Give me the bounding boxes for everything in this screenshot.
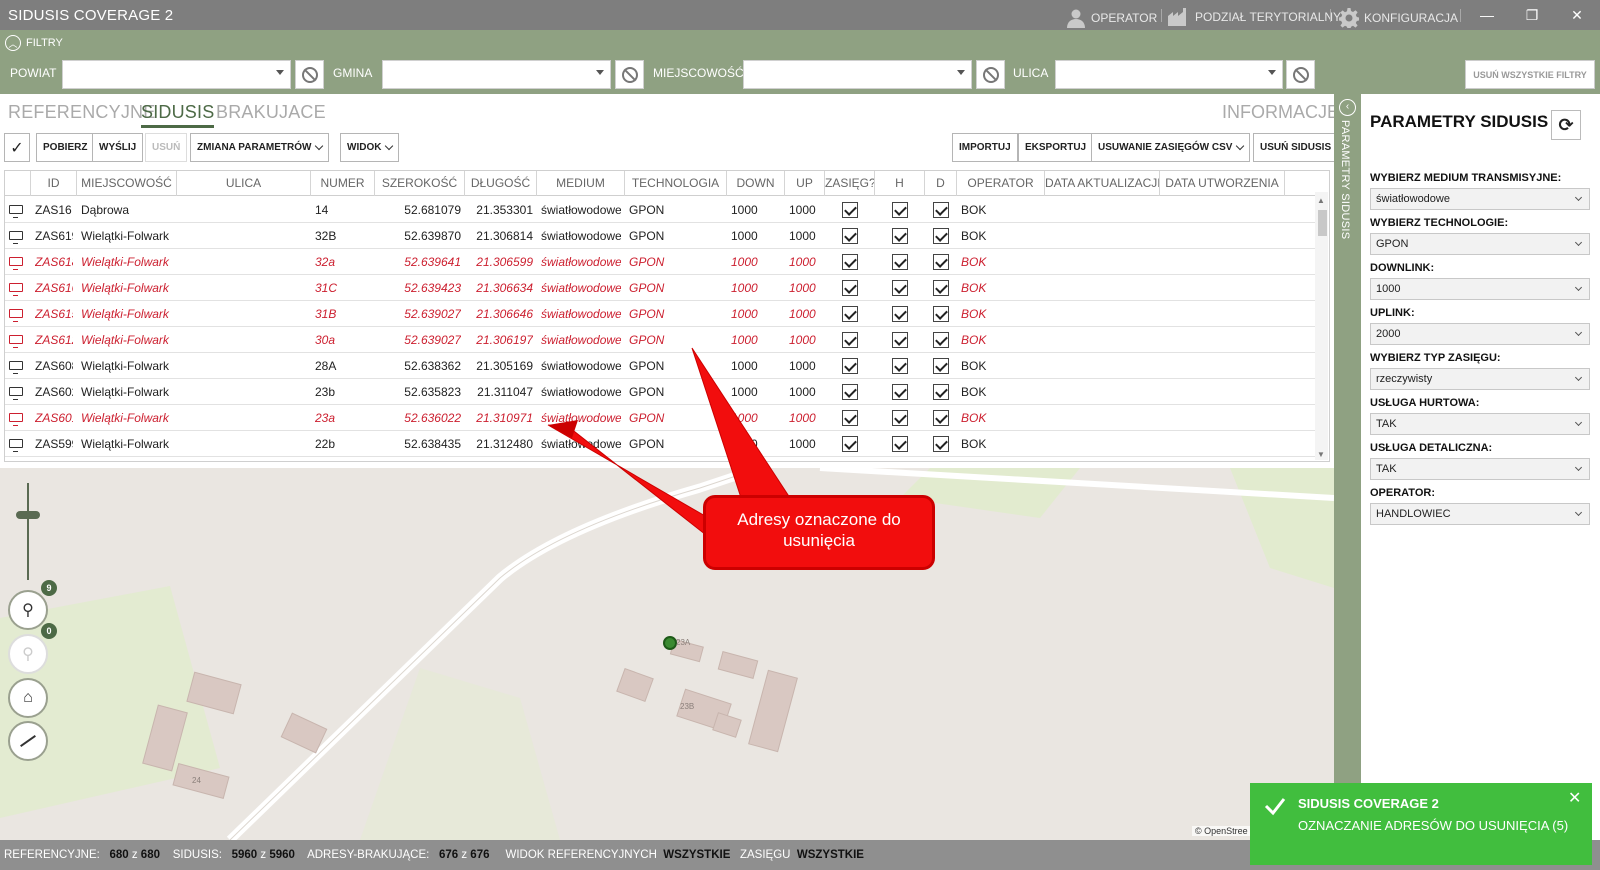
status-zasiegu-value: WSZYSTKIE: [796, 849, 864, 861]
status-sid-total: 5960: [269, 849, 295, 861]
refresh-button[interactable]: ⟳: [1551, 110, 1581, 140]
status-sid-count: 5960: [231, 849, 258, 861]
param-label: DOWNLINK:: [1370, 262, 1435, 274]
param-label: OPERATOR:: [1370, 487, 1435, 499]
chevron-down-icon: [1574, 418, 1583, 427]
param-value: rzeczywisty: [1376, 373, 1433, 385]
param-value: 1000: [1376, 283, 1401, 295]
param-value: HANDLOWIEC: [1376, 508, 1451, 520]
param-select[interactable]: TAK: [1370, 413, 1590, 435]
toast-message: OZNACZANIE ADRESÓW DO USUNIĘCIA (5): [1298, 818, 1569, 833]
chevron-down-icon: [1574, 193, 1583, 202]
chevron-down-icon: [1574, 463, 1583, 472]
param-select[interactable]: 2000: [1370, 323, 1590, 345]
chevron-down-icon: [1574, 328, 1583, 337]
param-label: UPLINK:: [1370, 307, 1415, 319]
status-ref-label: REFERENCYJNE:: [4, 849, 100, 861]
param-value: 2000: [1376, 328, 1401, 340]
parameters-strip-label: PARAMETRY SIDUSIS: [1339, 120, 1351, 240]
param-value: światłowodowe: [1376, 193, 1450, 205]
chevron-down-icon: [1574, 283, 1583, 292]
param-select[interactable]: HANDLOWIEC: [1370, 503, 1590, 525]
chevron-down-icon: [1574, 373, 1583, 382]
status-brak-label: ADRESY-BRAKUJĄCE:: [307, 849, 430, 861]
status-zasiegu-label: ZASIĘGU: [739, 849, 791, 861]
status-widok-label: WIDOK REFERENCYJNYCH: [505, 849, 657, 861]
param-value: TAK: [1376, 418, 1397, 430]
param-select[interactable]: rzeczywisty: [1370, 368, 1590, 390]
chevron-down-icon: [1574, 238, 1583, 247]
toast-title: SIDUSIS COVERAGE 2: [1298, 796, 1439, 811]
param-label: WYBIERZ MEDIUM TRANSMISYJNE:: [1370, 172, 1562, 184]
check-icon: [1264, 798, 1286, 816]
status-ref-count: 680: [109, 849, 129, 861]
status-sid-of: z: [260, 849, 267, 861]
status-brak-total: 676: [470, 849, 490, 861]
param-label: WYBIERZ TECHNOLOGIE:: [1370, 217, 1509, 229]
param-value: TAK: [1376, 463, 1397, 475]
toast-notification: SIDUSIS COVERAGE 2 OZNACZANIE ADRESÓW DO…: [1250, 783, 1592, 865]
callout-line-1: Adresy oznaczone do: [737, 510, 901, 529]
status-ref-total: 680: [140, 849, 160, 861]
param-select[interactable]: światłowodowe: [1370, 188, 1590, 210]
param-select[interactable]: GPON: [1370, 233, 1590, 255]
param-label: USŁUGA HURTOWA:: [1370, 397, 1480, 409]
status-ref-of: z: [131, 849, 138, 861]
callout-note: Adresy oznaczone do usunięcia: [703, 495, 935, 570]
status-brak-count: 676: [438, 849, 459, 861]
param-value: GPON: [1376, 238, 1409, 250]
callout-line-2: usunięcia: [783, 531, 855, 550]
param-select[interactable]: 1000: [1370, 278, 1590, 300]
param-select[interactable]: TAK: [1370, 458, 1590, 480]
chevron-left-icon[interactable]: ‹: [1339, 99, 1356, 116]
toast-close-button[interactable]: ✕: [1568, 788, 1581, 808]
panel-title: PARAMETRY SIDUSIS: [1370, 112, 1549, 131]
status-brak-of: z: [461, 849, 468, 861]
status-sid-label: SIDUSIS:: [172, 849, 222, 861]
refresh-icon: ⟳: [1558, 114, 1574, 135]
chevron-down-icon: [1574, 508, 1583, 517]
param-label: USŁUGA DETALICZNA:: [1370, 442, 1493, 454]
status-widok-value: WSZYSTKIE: [663, 849, 731, 861]
param-label: WYBIERZ TYP ZASIĘGU:: [1370, 352, 1501, 364]
